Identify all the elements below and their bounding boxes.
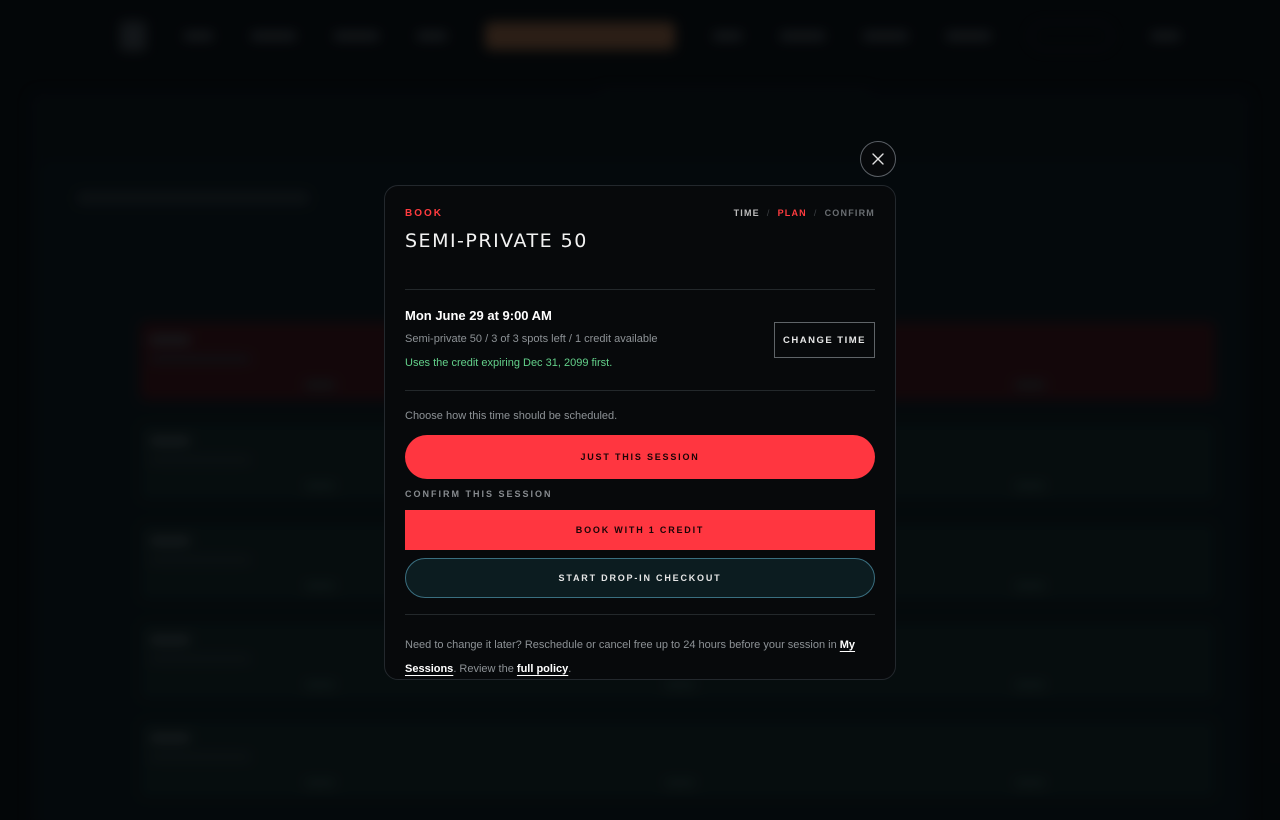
credit-note: Uses the credit expiring Dec 31, 2099 fi… bbox=[405, 357, 613, 369]
close-icon bbox=[871, 152, 885, 166]
session-summary: Mon June 29 at 9:00 AM Semi-private 50 /… bbox=[405, 290, 875, 391]
full-policy-link[interactable]: full policy bbox=[517, 663, 568, 675]
session-time: Mon June 29 at 9:00 AM bbox=[405, 308, 552, 323]
close-button[interactable] bbox=[860, 141, 896, 177]
just-this-session-button[interactable]: JUST THIS SESSION bbox=[405, 435, 875, 479]
step-separator: / bbox=[766, 208, 771, 218]
step-time: TIME bbox=[733, 208, 760, 218]
step-separator: / bbox=[813, 208, 818, 218]
step-plan: PLAN bbox=[777, 208, 807, 218]
book-with-credit-button[interactable]: BOOK WITH 1 CREDIT bbox=[405, 510, 875, 550]
modal-header: BOOK SEMI-PRIVATE 50 TIME / PLAN / CONFI… bbox=[405, 206, 875, 290]
booking-steps: TIME / PLAN / CONFIRM bbox=[734, 208, 875, 218]
policy-text: . bbox=[568, 663, 572, 675]
policy-note: Need to change it later? Reschedule or c… bbox=[405, 615, 875, 681]
confirm-section-label: CONFIRM THIS SESSION bbox=[405, 489, 553, 499]
session-details: Semi-private 50 / 3 of 3 spots left / 1 … bbox=[405, 333, 658, 345]
schedule-options: Choose how this time should be scheduled… bbox=[405, 391, 875, 615]
drop-in-checkout-button[interactable]: START DROP-IN CHECKOUT bbox=[405, 558, 875, 598]
schedule-prompt: Choose how this time should be scheduled… bbox=[405, 410, 618, 422]
policy-text: Need to change it later? Reschedule or c… bbox=[405, 639, 840, 651]
policy-text: . Review the bbox=[453, 663, 517, 675]
modal-eyebrow: BOOK bbox=[405, 208, 443, 219]
booking-modal: BOOK SEMI-PRIVATE 50 TIME / PLAN / CONFI… bbox=[384, 185, 896, 680]
step-confirm: CONFIRM bbox=[824, 208, 875, 218]
change-time-button[interactable]: CHANGE TIME bbox=[774, 322, 875, 358]
modal-title: SEMI-PRIVATE 50 bbox=[405, 230, 588, 252]
